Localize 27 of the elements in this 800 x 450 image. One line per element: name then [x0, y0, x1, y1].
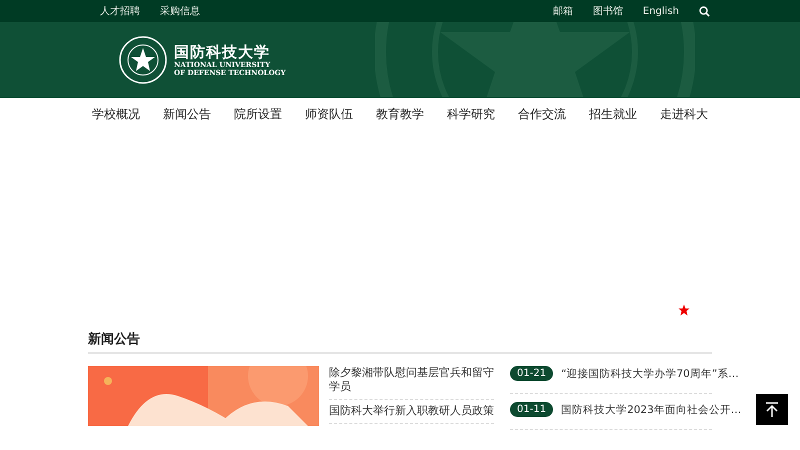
nav-link[interactable]: 教育教学 [364, 106, 436, 122]
emblem-icon [118, 34, 168, 84]
news-link[interactable]: “迎接国防科技大学办学70周年”系… [561, 366, 739, 380]
star-icon [678, 304, 690, 316]
arrow-up-icon [765, 402, 779, 418]
section-title: 新闻公告 [88, 330, 712, 354]
nav-link[interactable]: 院所设置 [222, 106, 294, 122]
nav-link[interactable]: 合作交流 [506, 106, 578, 122]
top-link[interactable]: 人才招聘 [100, 4, 140, 18]
nav-link[interactable]: 师资队伍 [294, 106, 364, 122]
nav-link[interactable]: 招生就业 [578, 106, 648, 122]
logo-title: 国防科技大学 [174, 42, 271, 60]
nav-link[interactable]: 走进科大 [648, 106, 720, 122]
news-link[interactable]: 国防科技大学2023年面向社会公开… [561, 402, 742, 416]
back-to-top-button[interactable] [756, 394, 788, 425]
nav-link[interactable]: 科学研究 [436, 106, 506, 122]
date-badge: 01-21 [510, 366, 554, 381]
search-icon[interactable] [699, 6, 710, 16]
nav-link[interactable]: 新闻公告 [152, 106, 222, 122]
nav-link[interactable]: 学校概况 [80, 106, 152, 122]
top-link[interactable]: English [642, 6, 679, 16]
top-link[interactable]: 采购信息 [160, 4, 200, 18]
date-badge: 01-11 [510, 402, 554, 417]
news-headline[interactable]: 除夕黎湘带队慰问基层官兵和留守学员 [329, 366, 494, 400]
top-link[interactable]: 邮箱 [552, 4, 573, 18]
top-link[interactable]: 图书馆 [592, 4, 623, 18]
news-headline[interactable]: 国防科大举行新入职教研人员政策 [329, 404, 494, 424]
